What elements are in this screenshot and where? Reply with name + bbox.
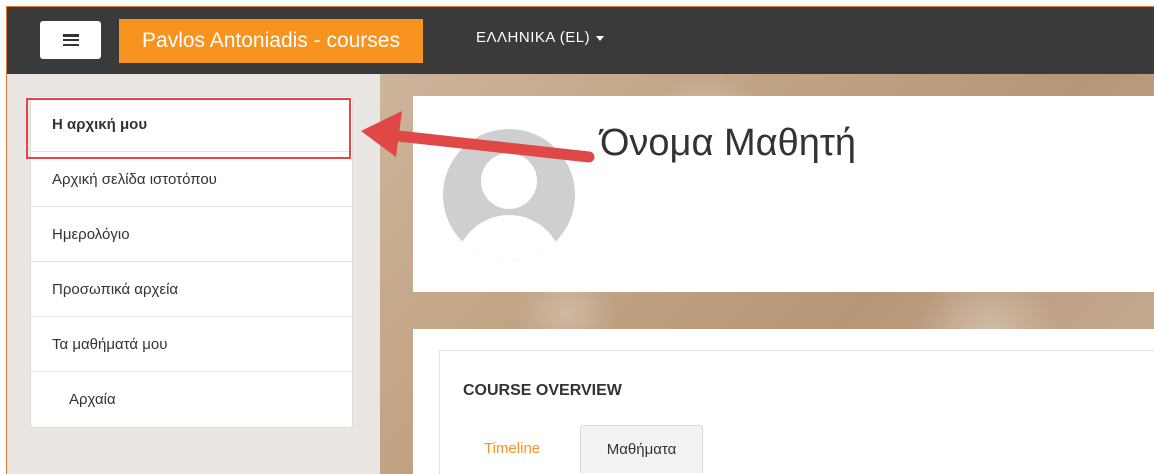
profile-header: Όνομα Μαθητή — [413, 96, 1154, 292]
sidebar-item-calendar[interactable]: Ημερολόγιο — [31, 207, 352, 262]
user-full-name: Όνομα Μαθητή — [600, 122, 857, 164]
sidebar-item-my-courses[interactable]: Τα μαθήματά μου — [31, 317, 352, 372]
top-navbar: Pavlos Antoniadis - courses ΕΛΛΗΝΙΚΑ (EL… — [7, 7, 1154, 74]
page-frame: Pavlos Antoniadis - courses ΕΛΛΗΝΙΚΑ (EL… — [6, 6, 1154, 474]
course-overview-panel: COURSE OVERVIEW Timeline Μαθήματα — [439, 350, 1154, 474]
site-brand-link[interactable]: Pavlos Antoniadis - courses — [119, 19, 423, 63]
language-label: ΕΛΛΗΝΙΚΑ (EL) — [476, 29, 591, 46]
sidebar-item-site-home[interactable]: Αρχική σελίδα ιστοτόπου — [31, 152, 352, 207]
tab-courses[interactable]: Μαθήματα — [580, 425, 703, 473]
sidebar-item-course-archaia[interactable]: Αρχαία — [31, 372, 352, 427]
hamburger-menu-icon — [62, 34, 79, 46]
course-overview-title: COURSE OVERVIEW — [463, 382, 622, 399]
default-user-avatar-icon[interactable] — [443, 129, 575, 261]
caret-down-icon — [596, 35, 605, 41]
language-menu[interactable]: ΕΛΛΗΝΙΚΑ (EL) — [476, 29, 605, 46]
navigation-sidebar: Η αρχική μου Αρχική σελίδα ιστοτόπου Ημε… — [30, 96, 353, 428]
tab-timeline[interactable]: Timeline — [460, 425, 564, 473]
menu-toggle-button[interactable] — [40, 21, 101, 59]
sidebar-item-dashboard[interactable]: Η αρχική μου — [31, 97, 352, 152]
course-overview-block: COURSE OVERVIEW Timeline Μαθήματα — [413, 329, 1154, 474]
sidebar-item-private-files[interactable]: Προσωπικά αρχεία — [31, 262, 352, 317]
